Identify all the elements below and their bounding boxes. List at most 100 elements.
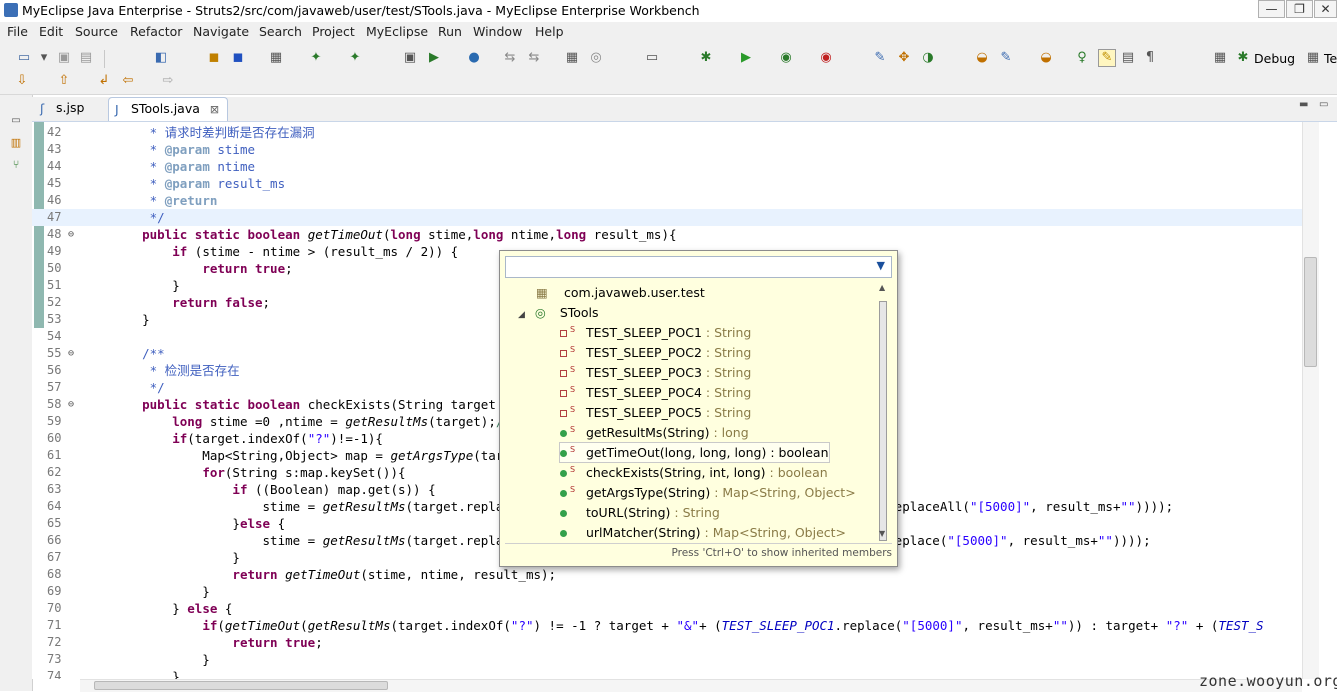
hierarchy-icon[interactable]: ⑂ — [8, 157, 24, 173]
menu-navigate[interactable]: Navigate — [193, 24, 249, 39]
menu-window[interactable]: Window — [473, 24, 522, 39]
outline-member[interactable]: S TEST_SLEEP_POC1 : String — [560, 323, 751, 342]
open-type-icon[interactable]: ▦ — [564, 50, 580, 66]
menu-run[interactable]: Run — [438, 24, 462, 39]
new-package-icon[interactable]: ✥ — [896, 50, 912, 66]
code-line[interactable]: 44 * @param ntime — [32, 158, 1302, 175]
maximize-editor-icon[interactable]: ▭ — [1319, 99, 1328, 110]
menu-myeclipse[interactable]: MyEclipse — [366, 24, 428, 39]
server-icon[interactable]: ✦ — [347, 50, 363, 66]
code-line[interactable]: 43 * @param stime — [32, 141, 1302, 158]
open-file-icon[interactable]: ◒ — [1038, 50, 1054, 66]
dropdown-icon[interactable]: ▾ — [36, 50, 52, 66]
close-tab-icon[interactable]: ⊠ — [210, 103, 219, 116]
outline-member[interactable]: S TEST_SLEEP_POC4 : String — [560, 383, 751, 402]
run-server-icon[interactable]: ▶ — [426, 50, 442, 66]
history-icon[interactable]: ⇆ — [526, 50, 542, 66]
deploy-icon[interactable]: ✦ — [308, 50, 324, 66]
code-line[interactable]: 72 return true; — [32, 634, 1302, 651]
run-icon[interactable]: ▶ — [738, 50, 754, 66]
close-button[interactable]: ✕ — [1314, 0, 1337, 18]
external-tools-icon[interactable]: ◉ — [818, 50, 834, 66]
fold-toggle-icon[interactable]: ⊖ — [68, 226, 74, 243]
menu-project[interactable]: Project — [312, 24, 355, 39]
debug-perspective-icon[interactable]: ✱ — [1235, 50, 1251, 66]
outline-member[interactable]: S TEST_SLEEP_POC2 : String — [560, 343, 751, 362]
restore-view-icon[interactable]: ▭ — [8, 113, 24, 129]
package-icon[interactable]: ◼ — [206, 50, 222, 66]
jar-icon[interactable]: ▦ — [268, 50, 284, 66]
code-line[interactable]: 68 return getTimeOut(stime, ntime, resul… — [32, 566, 1302, 583]
outline-member[interactable]: urlMatcher(String) : Map<String, Object> — [560, 523, 846, 542]
screenshot-icon[interactable]: ▭ — [644, 50, 660, 66]
web-project-icon[interactable]: ▣ — [402, 50, 418, 66]
minimize-button[interactable]: — — [1258, 0, 1285, 18]
code-line[interactable]: 74 } — [32, 668, 1302, 679]
class-icon[interactable]: ◼ — [230, 50, 246, 66]
tab-stools-java[interactable]: J STools.java ⊠ — [108, 97, 229, 121]
tab-s-jsp[interactable]: ʃ s.jsp — [34, 97, 92, 121]
next-annotation-icon[interactable]: ⇩ — [14, 73, 30, 89]
menu-refactor[interactable]: Refactor — [130, 24, 182, 39]
new-project-icon[interactable]: ◧ — [153, 50, 169, 66]
menu-source[interactable]: Source — [75, 24, 118, 39]
debug-perspective-label[interactable]: Debug — [1254, 51, 1295, 66]
menu-search[interactable]: Search — [259, 24, 302, 39]
horizontal-scroll-thumb[interactable] — [94, 681, 388, 690]
scroll-up-icon[interactable]: ▲ — [879, 283, 885, 292]
vertical-scrollbar[interactable] — [1302, 122, 1319, 679]
code-line[interactable]: 45 * @param result_ms — [32, 175, 1302, 192]
debug-icon[interactable]: ✱ — [698, 50, 714, 66]
open-folder-icon[interactable]: ◒ — [974, 50, 990, 66]
outline-member[interactable]: SgetTimeOut(long, long, long) : boolean — [559, 442, 830, 463]
restore-button[interactable]: ❐ — [1286, 0, 1313, 18]
team-perspective-label[interactable]: Te — [1324, 51, 1337, 66]
outline-scrollbar[interactable]: ▲ ▼ — [877, 283, 889, 543]
vertical-scroll-thumb[interactable] — [1304, 257, 1317, 367]
minimize-editor-icon[interactable]: ▬ — [1299, 99, 1308, 110]
outline-member[interactable]: ScheckExists(String, int, long) : boolea… — [560, 463, 828, 482]
package-explorer-icon[interactable]: ▥ — [8, 135, 24, 151]
outline-member[interactable]: toURL(String) : String — [560, 503, 720, 522]
outline-member[interactable]: S TEST_SLEEP_POC3 : String — [560, 363, 751, 382]
last-edit-icon[interactable]: ↲ — [96, 73, 112, 89]
horizontal-scrollbar[interactable] — [80, 679, 1302, 692]
outline-scroll-thumb[interactable] — [879, 301, 887, 541]
annotation-icon[interactable]: ♀ — [1074, 50, 1090, 66]
mark-occurrences-icon[interactable]: ✎ — [1098, 49, 1116, 67]
open-perspective-icon[interactable]: ▦ — [1212, 50, 1228, 66]
outline-member[interactable]: SgetResultMs(String) : long — [560, 423, 749, 442]
code-line[interactable]: 46 * @return — [32, 192, 1302, 209]
new-class-icon[interactable]: ◑ — [920, 50, 936, 66]
code-line[interactable]: 42 * 请求时差判断是否存在漏洞 — [32, 124, 1302, 141]
code-line[interactable]: 71 if(getTimeOut(getResultMs(target.inde… — [32, 617, 1302, 634]
menu-help[interactable]: Help — [535, 24, 564, 39]
pin-icon[interactable]: ✎ — [998, 50, 1014, 66]
menu-edit[interactable]: Edit — [39, 24, 63, 39]
print-icon[interactable]: ▤ — [78, 50, 94, 66]
outline-filter-input[interactable]: ▼ — [505, 256, 892, 278]
back-icon[interactable]: ⇦ — [120, 73, 136, 89]
new-java-project-icon[interactable]: ✎ — [872, 50, 888, 66]
scroll-down-icon[interactable]: ▼ — [879, 529, 885, 538]
outline-member[interactable]: S TEST_SLEEP_POC5 : String — [560, 403, 751, 422]
new-icon[interactable]: ▭ — [16, 50, 32, 66]
search-icon[interactable]: ◎ — [588, 50, 604, 66]
team-perspective-icon[interactable]: ▦ — [1305, 50, 1321, 66]
save-icon[interactable]: ▣ — [56, 50, 72, 66]
code-line[interactable]: 47 */ — [32, 209, 1302, 226]
code-line[interactable]: 70 } else { — [32, 600, 1302, 617]
forward-icon[interactable]: ⇨ — [160, 73, 176, 89]
outline-class[interactable]: ◢ ◎ STools — [518, 303, 599, 322]
show-whitespace-icon[interactable]: ¶ — [1142, 50, 1158, 66]
chevron-down-icon[interactable]: ▼ — [877, 259, 885, 272]
code-line[interactable]: 69 } — [32, 583, 1302, 600]
block-selection-icon[interactable]: ▤ — [1120, 50, 1136, 66]
browser-icon[interactable]: ● — [466, 50, 482, 66]
code-line[interactable]: 48 ⊖ public static boolean getTimeOut(lon… — [32, 226, 1302, 243]
menu-file[interactable]: File — [7, 24, 28, 39]
outline-member[interactable]: SgetArgsType(String) : Map<String, Objec… — [560, 483, 856, 502]
previous-annotation-icon[interactable]: ⇧ — [56, 73, 72, 89]
fold-toggle-icon[interactable]: ⊖ — [68, 345, 74, 362]
run-last-icon[interactable]: ◉ — [778, 50, 794, 66]
